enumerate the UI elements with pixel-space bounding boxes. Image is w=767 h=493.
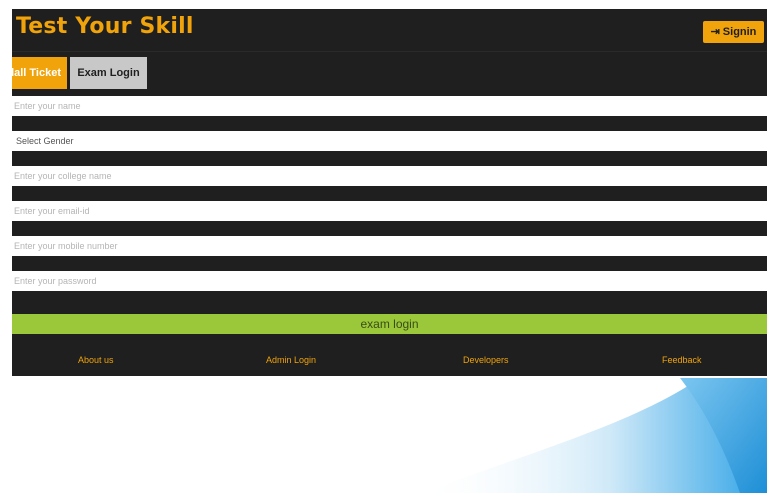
signin-label: Signin [722, 26, 757, 38]
name-input[interactable] [12, 96, 767, 116]
email-input[interactable] [12, 201, 767, 221]
mobile-input[interactable] [12, 236, 767, 256]
gender-select-value: Select Gender [16, 136, 74, 146]
tab-hall-ticket-label: lall Ticket [12, 67, 61, 79]
header-bar: Test Your Skill ⇥ Signin [12, 9, 767, 51]
tab-exam-login-label: Exam Login [77, 67, 140, 79]
signin-button[interactable]: ⇥ Signin [703, 21, 764, 43]
footer-link-admin-login[interactable]: Admin Login [266, 355, 316, 365]
tab-bar: lall Ticket Exam Login [12, 51, 767, 96]
field-spacer [12, 256, 767, 271]
field-spacer [12, 291, 767, 314]
app-container: Test Your Skill ⇥ Signin lall Ticket Exa… [12, 9, 767, 376]
field-spacer [12, 151, 767, 166]
site-title: Test Your Skill [16, 14, 194, 39]
field-spacer [12, 186, 767, 201]
footer-bar: About us Admin Login Developers Feedback [12, 334, 767, 376]
field-spacer [12, 116, 767, 131]
tab-exam-login[interactable]: Exam Login [70, 57, 147, 89]
registration-form: Select Gender exam login [12, 96, 767, 334]
field-spacer [12, 221, 767, 236]
exam-login-button[interactable]: exam login [12, 314, 767, 334]
gender-select[interactable]: Select Gender [12, 131, 767, 151]
footer-link-developers[interactable]: Developers [463, 355, 509, 365]
footer-link-about-us[interactable]: About us [78, 355, 114, 365]
password-input[interactable] [12, 271, 767, 291]
footer-link-feedback[interactable]: Feedback [662, 355, 702, 365]
tab-hall-ticket[interactable]: lall Ticket [12, 57, 67, 89]
sign-in-icon: ⇥ [710, 25, 720, 38]
college-input[interactable] [12, 166, 767, 186]
